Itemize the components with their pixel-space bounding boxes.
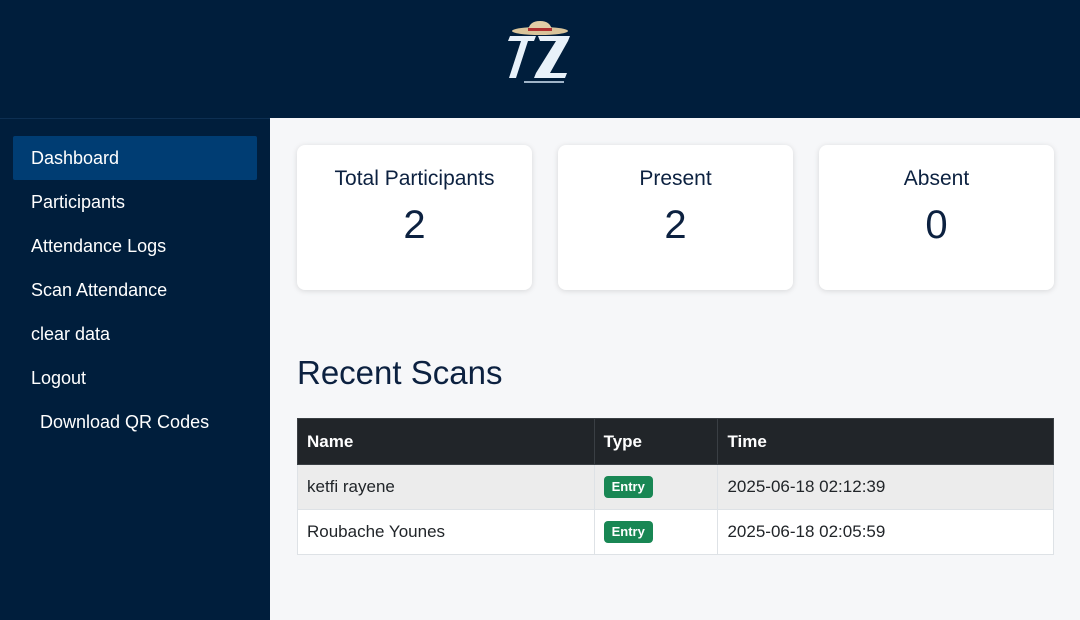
sidebar: Dashboard Participants Attendance Logs S… [0,118,270,620]
sidebar-item-clear-data[interactable]: clear data [13,312,257,356]
cell-name: Roubache Younes [297,509,595,555]
stat-card-absent: Absent 0 [819,145,1054,290]
stat-card-present: Present 2 [558,145,793,290]
tz-logo-icon [508,21,570,83]
sidebar-item-attendance-logs[interactable]: Attendance Logs [13,224,257,268]
logo[interactable] [504,20,576,88]
entry-badge: Entry [603,476,653,498]
column-header-time: Time [717,418,1054,465]
recent-scans-table: Name Type Time ketfi rayene Entry 2025-0… [297,418,1054,555]
stat-value: 2 [403,203,426,247]
sidebar-item-scan-attendance[interactable]: Scan Attendance [13,268,257,312]
stat-title: Present [639,167,712,190]
sidebar-item-download-qr-codes[interactable]: Download QR Codes [13,400,257,444]
section-title-recent-scans: Recent Scans [297,354,503,391]
sidebar-item-participants[interactable]: Participants [13,180,257,224]
cell-name: ketfi rayene [297,464,595,510]
entry-badge: Entry [603,521,653,543]
cell-time: 2025-06-18 02:05:59 [717,509,1054,555]
sidebar-item-dashboard[interactable]: Dashboard [13,136,257,180]
column-header-name: Name [297,418,595,465]
stat-title: Absent [903,167,970,190]
stat-title: Total Participants [334,167,495,190]
sidebar-item-logout[interactable]: Logout [13,356,257,400]
table-header-row: Name Type Time [297,418,1054,465]
stat-value: 2 [664,203,687,247]
stat-card-total-participants: Total Participants 2 [297,145,532,290]
cell-type: Entry [593,464,719,510]
cell-time: 2025-06-18 02:12:39 [717,464,1054,510]
table-row: ketfi rayene Entry 2025-06-18 02:12:39 [297,464,1054,510]
main-content: Total Participants 2 Present 2 Absent 0 … [270,118,1080,620]
stat-value: 0 [925,203,948,247]
top-header [0,0,1080,118]
column-header-type: Type [593,418,719,465]
table-row: Roubache Younes Entry 2025-06-18 02:05:5… [297,509,1054,555]
cell-type: Entry [593,509,719,555]
